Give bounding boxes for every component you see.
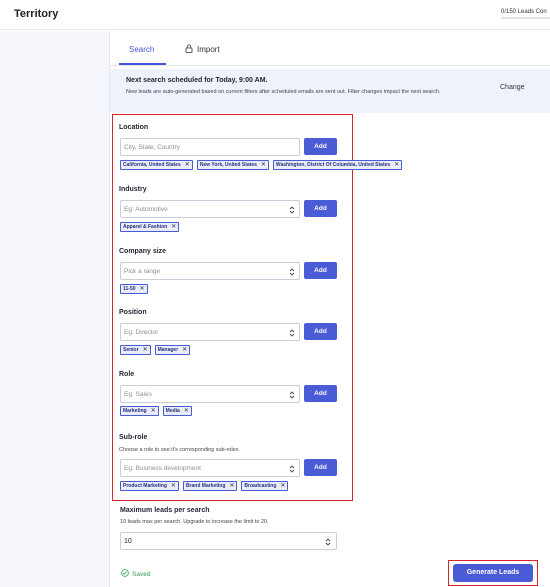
- updown-chevron-icon: [289, 268, 295, 276]
- max-leads-select[interactable]: 10: [120, 532, 337, 550]
- remove-chip-icon[interactable]: ✕: [140, 285, 145, 293]
- remove-chip-icon[interactable]: ✕: [280, 482, 285, 490]
- filter-chip: Product Marketing ✕: [120, 481, 179, 491]
- filter-chip: Apparel & Fashion ✕: [120, 222, 180, 232]
- industry-select[interactable]: Eg: Automotive: [120, 200, 300, 218]
- location-add-button[interactable]: Add: [304, 138, 337, 155]
- updown-chevron-icon: [289, 329, 295, 337]
- remove-chip-icon[interactable]: ✕: [185, 161, 190, 169]
- company-size-add-button[interactable]: Add: [304, 262, 337, 279]
- industry-label: Industry: [119, 186, 147, 193]
- location-chips: California, United States ✕ New York, Unit…: [120, 160, 406, 170]
- remove-chip-icon[interactable]: ✕: [394, 161, 399, 169]
- industry-chips: Apparel & Fashion ✕: [120, 222, 183, 232]
- remove-chip-icon[interactable]: ✕: [171, 482, 176, 490]
- position-label: Position: [119, 309, 147, 316]
- role-add-button[interactable]: Add: [304, 385, 337, 402]
- role-label: Role: [119, 371, 135, 378]
- filter-chip-label: New York, United States: [199, 162, 257, 168]
- filter-chip: California, United States ✕: [120, 160, 193, 170]
- filter-chip-label: Washington, District Of Columbia, United…: [275, 162, 391, 168]
- remove-chip-icon[interactable]: ✕: [261, 161, 266, 169]
- leads-progress-bar: [501, 17, 550, 19]
- filter-chip: Brand Marketing ✕: [182, 481, 238, 491]
- remove-chip-icon[interactable]: ✕: [184, 407, 189, 415]
- max-leads-label: Maximum leads per search: [120, 507, 210, 514]
- company-size-chips: 11-50 ✕: [120, 284, 152, 294]
- filter-chip: Media ✕: [162, 406, 192, 416]
- position-select[interactable]: Eg: Director: [120, 323, 300, 341]
- industry-add-button[interactable]: Add: [304, 200, 337, 217]
- location-input[interactable]: City, State, Country: [120, 138, 300, 156]
- sub-role-label: Sub-role: [119, 434, 148, 441]
- filter-chip-label: Marketing: [123, 408, 147, 414]
- filter-chip-label: Manager: [157, 347, 179, 353]
- filters-highlight: [112, 114, 353, 501]
- role-chips: Marketing ✕ Media ✕: [120, 406, 196, 416]
- sub-role-add-button[interactable]: Add: [304, 459, 337, 476]
- remove-chip-icon[interactable]: ✕: [143, 346, 148, 354]
- location-placeholder: City, State, Country: [124, 144, 180, 151]
- filter-chip-label: Product Marketing: [123, 483, 167, 489]
- left-gutter: [0, 31, 110, 587]
- filter-chip: Marketing ✕: [120, 406, 159, 416]
- role-placeholder: Eg: Sales: [124, 391, 152, 398]
- tab-import-label: Import: [197, 45, 220, 54]
- tabs-divider: [110, 65, 550, 66]
- updown-chevron-icon: [289, 206, 295, 214]
- leads-count: 0/150 Leads Con: [501, 9, 547, 15]
- updown-chevron-icon: [289, 391, 295, 399]
- sub-role-placeholder: Eg: Business development: [124, 465, 201, 472]
- sub-role-select[interactable]: Eg: Business development: [120, 459, 300, 477]
- filter-chip: 11-50 ✕: [120, 284, 148, 294]
- updown-chevron-icon: [325, 538, 331, 546]
- filter-chip: New York, United States ✕: [196, 160, 269, 170]
- change-button[interactable]: Change: [500, 84, 525, 91]
- lock-icon: [185, 44, 193, 53]
- top-bar: Territory 0/150 Leads Con: [0, 0, 550, 30]
- max-leads-value: 10: [124, 538, 132, 545]
- company-size-label: Company size: [119, 248, 167, 255]
- filter-chip-label: Broadcasting: [244, 483, 277, 489]
- remove-chip-icon[interactable]: ✕: [151, 407, 156, 415]
- banner-text: New leads are auto-generated based on cu…: [126, 89, 441, 95]
- filter-chip: Senior ✕: [120, 345, 151, 355]
- saved-status: Saved: [121, 569, 150, 578]
- check-circle-icon: [121, 569, 129, 577]
- filter-chip-label: 11-50: [123, 286, 136, 292]
- remove-chip-icon[interactable]: ✕: [182, 346, 187, 354]
- filter-chip-label: Senior: [123, 347, 139, 353]
- remove-chip-icon[interactable]: ✕: [171, 223, 176, 231]
- filter-chip-label: Media: [165, 408, 180, 414]
- position-placeholder: Eg: Director: [124, 329, 159, 336]
- schedule-banner: Next search scheduled for Today, 9:00 AM…: [110, 69, 550, 113]
- sub-role-help: Choose a role to see it's corresponding …: [119, 447, 240, 453]
- generate-leads-button[interactable]: Generate Leads: [453, 564, 533, 582]
- filter-chip: Broadcasting ✕: [241, 481, 289, 491]
- filter-chip: Manager ✕: [154, 345, 191, 355]
- position-add-button[interactable]: Add: [304, 323, 337, 340]
- filter-chip-label: Brand Marketing: [185, 483, 226, 489]
- filter-chip-label: California, United States: [123, 162, 181, 168]
- role-select[interactable]: Eg: Sales: [120, 385, 300, 403]
- page-title: Territory: [14, 8, 59, 20]
- filter-chip: Washington, District Of Columbia, United…: [272, 160, 403, 170]
- industry-placeholder: Eg: Automotive: [124, 206, 168, 213]
- location-label: Location: [119, 124, 149, 131]
- company-size-placeholder: Pick a range: [124, 268, 161, 275]
- remove-chip-icon[interactable]: ✕: [229, 482, 234, 490]
- tab-search[interactable]: Search: [129, 44, 154, 56]
- banner-title: Next search scheduled for Today, 9:00 AM…: [126, 77, 268, 84]
- saved-label: Saved: [132, 571, 151, 578]
- updown-chevron-icon: [289, 465, 295, 473]
- position-chips: Senior ✕ Manager ✕: [120, 345, 194, 355]
- max-leads-help: 10 leads max per search. Upgrade to incr…: [120, 519, 269, 525]
- company-size-select[interactable]: Pick a range: [120, 262, 300, 280]
- tab-import[interactable]: Import: [185, 44, 220, 56]
- filter-chip-label: Apparel & Fashion: [123, 224, 168, 230]
- sub-role-chips: Product Marketing ✕ Brand Marketing ✕ Broadc…: [120, 481, 292, 491]
